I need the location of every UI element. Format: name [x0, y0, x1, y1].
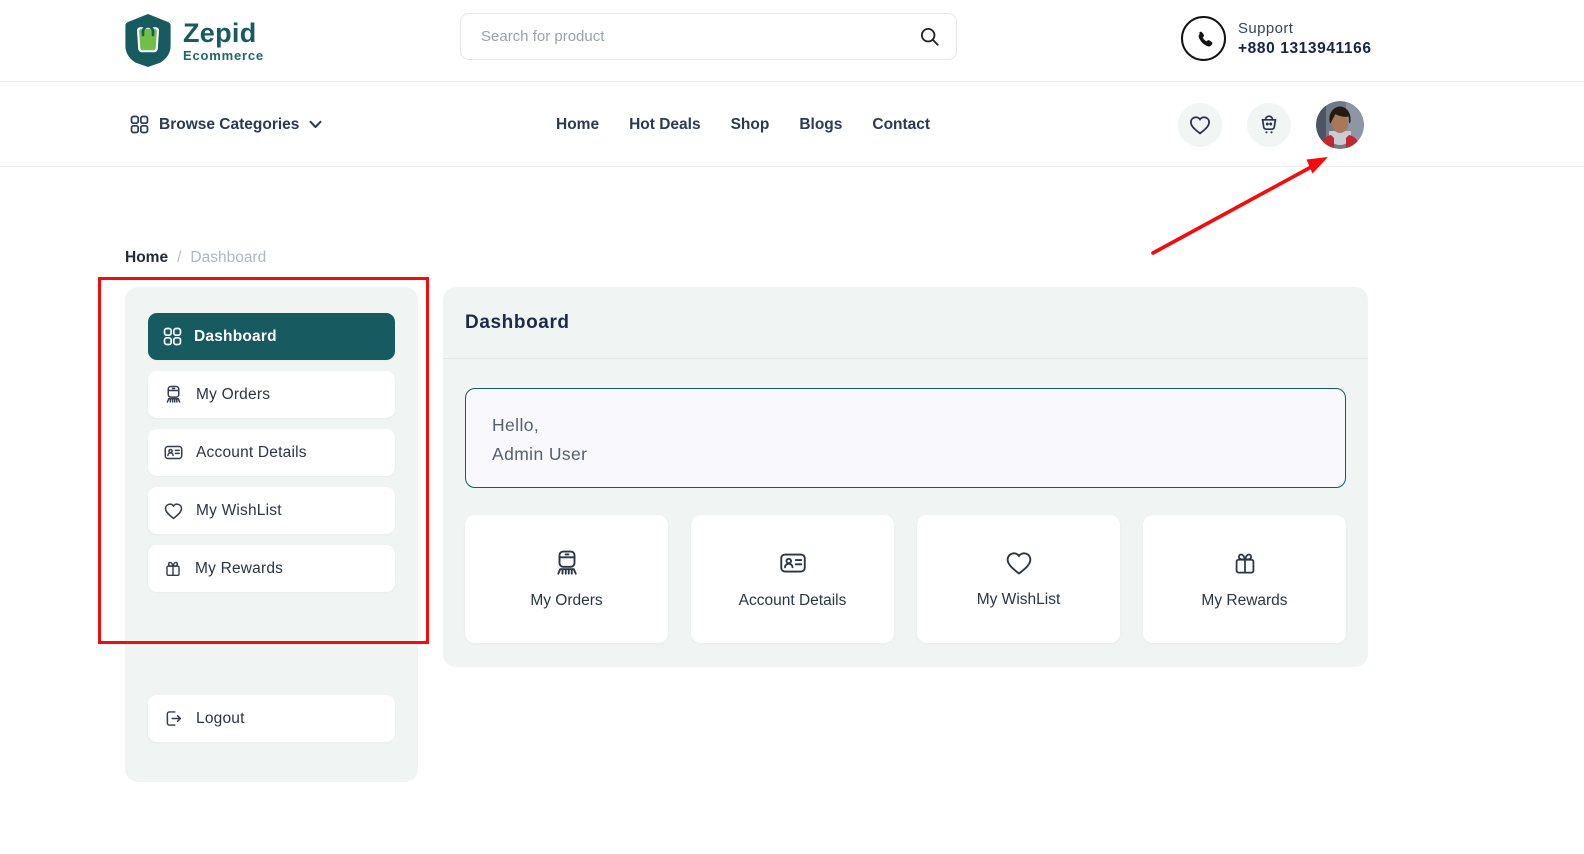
breadcrumb: Home / Dashboard	[125, 249, 266, 267]
support-phone: +880 1313941166	[1238, 39, 1372, 57]
search-icon[interactable]	[919, 26, 940, 47]
breadcrumb-home[interactable]: Home	[125, 249, 168, 267]
breadcrumb-separator: /	[177, 249, 182, 266]
id-card-icon	[778, 548, 808, 578]
account-sidebar: Dashboard My Orders Account Details My W…	[125, 287, 418, 782]
nav-action-icons	[1178, 83, 1364, 166]
card-label: Account Details	[738, 592, 847, 609]
phone-icon	[1181, 16, 1226, 61]
nav-link-shop[interactable]: Shop	[731, 116, 770, 134]
page-title: Dashboard	[443, 287, 1368, 359]
greeting-card: Hello, Admin User	[465, 388, 1346, 488]
sidebar-item-label: Account Details	[196, 443, 307, 461]
card-my-wishlist[interactable]: My WishList	[917, 515, 1120, 643]
id-card-icon	[163, 442, 184, 463]
greeting-line1: Hello,	[492, 415, 540, 435]
logout-button[interactable]: Logout	[148, 695, 395, 742]
sidebar-item-label: My Orders	[196, 385, 271, 403]
card-label: My Orders	[530, 592, 603, 609]
heart-icon	[1189, 115, 1211, 135]
sidebar-item-label: My WishList	[196, 501, 282, 519]
orders-icon	[163, 384, 184, 405]
gift-icon	[163, 558, 183, 579]
chevron-down-icon	[309, 120, 322, 129]
main-navbar: Browse Categories Home Hot Deals Shop Bl…	[0, 83, 1584, 167]
nav-link-hot-deals[interactable]: Hot Deals	[629, 116, 701, 134]
heart-icon	[163, 501, 184, 521]
product-search	[460, 13, 957, 60]
card-label: My WishList	[976, 591, 1061, 608]
brand-name: Zepid	[183, 17, 257, 48]
search-input[interactable]	[460, 13, 957, 60]
brand-tagline: Ecommerce	[183, 47, 264, 63]
wishlist-button[interactable]	[1178, 102, 1222, 147]
sidebar-item-label: Dashboard	[194, 327, 277, 345]
nav-link-home[interactable]: Home	[556, 116, 599, 134]
grid-icon	[130, 115, 149, 134]
sidebar-item-dashboard[interactable]: Dashboard	[148, 313, 395, 360]
logout-label: Logout	[196, 709, 245, 727]
browse-categories-button[interactable]: Browse Categories	[130, 83, 322, 166]
grid-icon	[163, 327, 182, 346]
card-account-details[interactable]: Account Details	[691, 515, 894, 643]
support-label: Support	[1238, 19, 1294, 37]
gift-icon	[1231, 548, 1259, 578]
nav-links: Home Hot Deals Shop Blogs Contact	[556, 83, 930, 166]
sidebar-item-label: My Rewards	[195, 559, 284, 577]
nav-link-contact[interactable]: Contact	[872, 116, 930, 134]
user-avatar[interactable]	[1316, 100, 1364, 149]
nav-link-blogs[interactable]: Blogs	[799, 116, 842, 134]
orders-icon	[552, 548, 582, 578]
breadcrumb-current: Dashboard	[190, 249, 267, 266]
browse-categories-label: Browse Categories	[159, 115, 300, 133]
logout-icon	[163, 708, 184, 729]
sidebar-item-my-wishlist[interactable]: My WishList	[148, 487, 395, 534]
heart-icon	[1004, 549, 1034, 577]
greeting-line2: Admin User	[492, 444, 588, 464]
card-my-orders[interactable]: My Orders	[465, 515, 668, 643]
cart-icon	[1261, 114, 1277, 133]
top-header: Zepid Ecommerce Support +880 1313941166	[0, 0, 1584, 82]
cart-button[interactable]	[1247, 102, 1291, 147]
dashboard-panel: Dashboard Hello, Admin User My Orders Ac…	[443, 287, 1368, 667]
support-contact: Support +880 1313941166	[1181, 16, 1372, 61]
dashboard-cards: My Orders Account Details My WishList My…	[465, 515, 1346, 643]
sidebar-item-account-details[interactable]: Account Details	[148, 429, 395, 476]
sidebar-item-my-rewards[interactable]: My Rewards	[148, 545, 395, 592]
sidebar-item-my-orders[interactable]: My Orders	[148, 371, 395, 418]
brand-logo[interactable]: Zepid Ecommerce	[123, 13, 264, 68]
card-my-rewards[interactable]: My Rewards	[1143, 515, 1346, 643]
brand-shield-icon	[123, 13, 173, 68]
card-label: My Rewards	[1201, 592, 1288, 609]
